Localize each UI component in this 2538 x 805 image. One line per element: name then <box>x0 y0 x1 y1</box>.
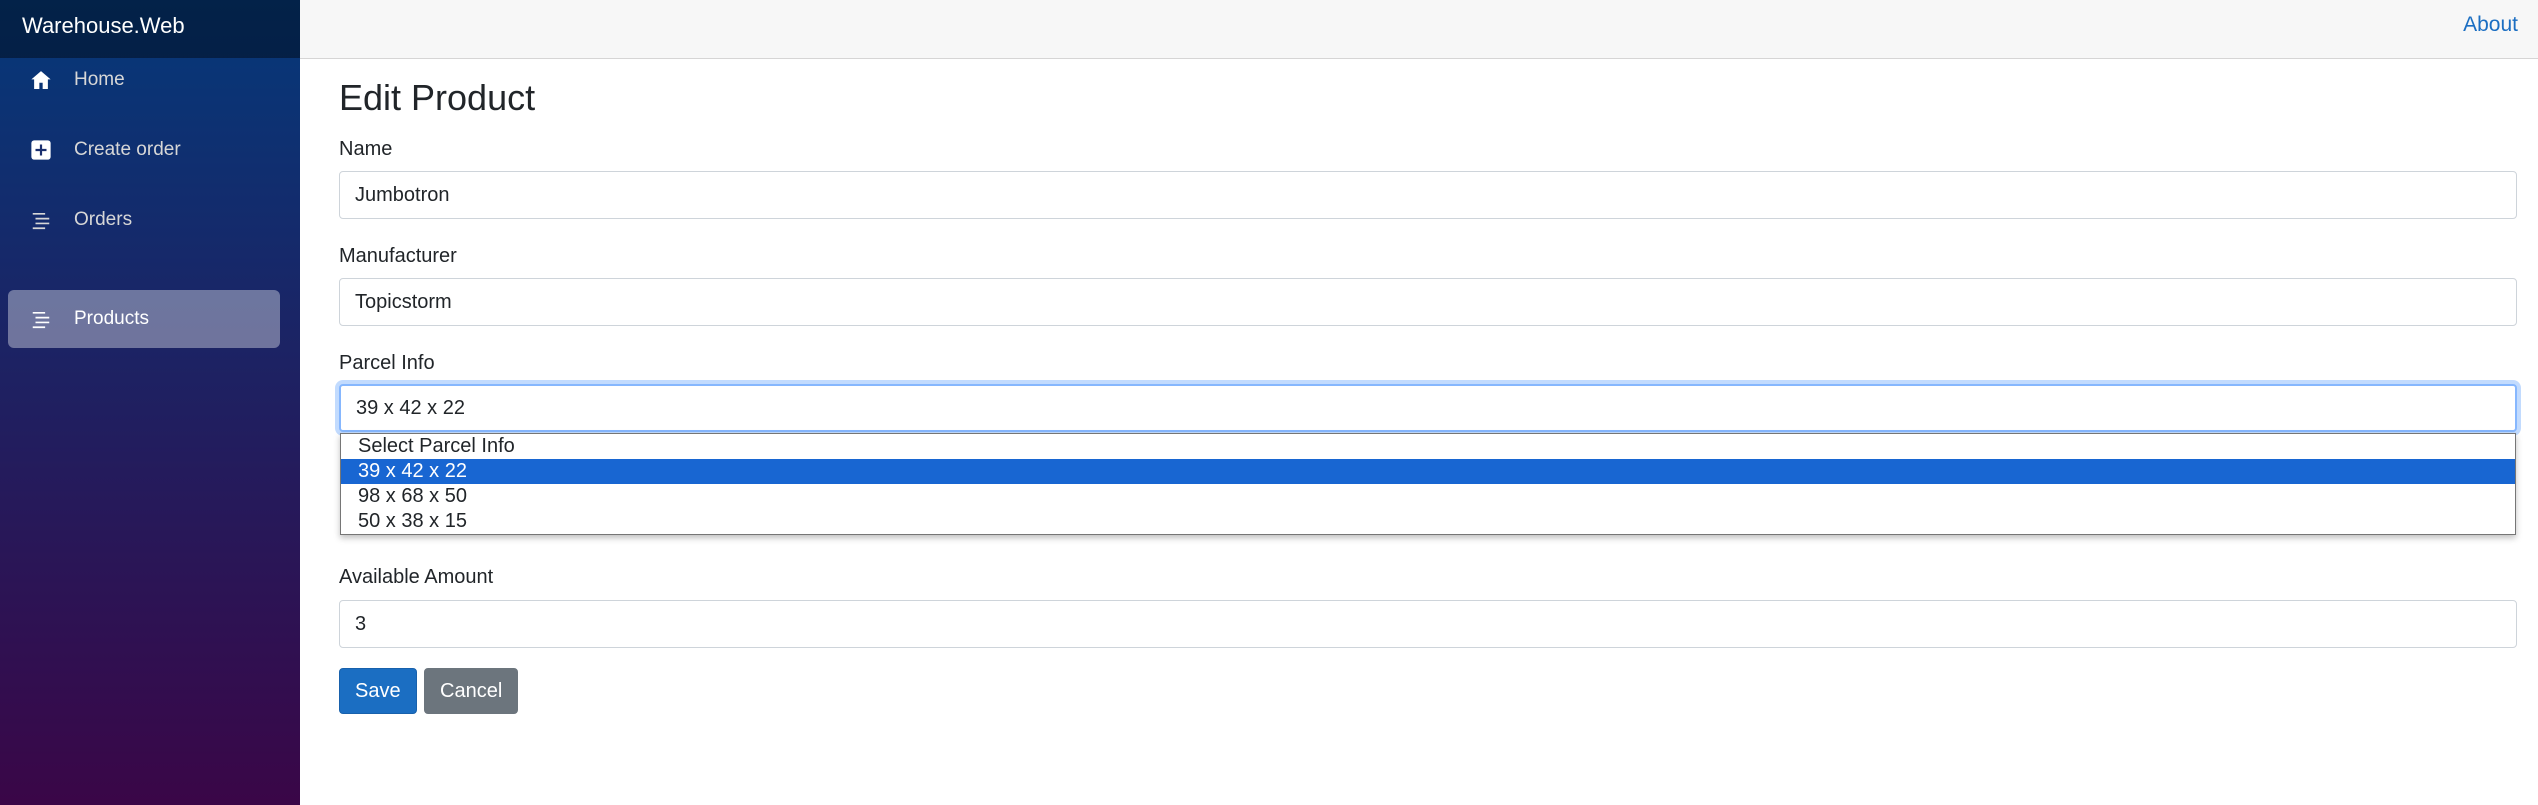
manufacturer-input[interactable]: Topicstorm <box>339 278 2517 326</box>
about-link[interactable]: About <box>2463 13 2518 37</box>
form-actions: Save Cancel <box>339 668 519 714</box>
edit-product-form: Edit Product Name Jumbotron Manufacturer… <box>339 59 2517 714</box>
sidebar-item-label: Products <box>74 308 149 329</box>
sidebar: Warehouse.Web Home Create order Orders P… <box>0 0 300 805</box>
sidebar-item-products[interactable]: Products <box>8 290 280 348</box>
parcel-info-dropdown: Select Parcel Info 39 x 42 x 22 98 x 68 … <box>340 433 2516 535</box>
sidebar-item-create-order[interactable]: Create order <box>8 120 280 179</box>
sidebar-item-orders[interactable]: Orders <box>8 190 280 249</box>
parcel-info-select[interactable]: 39 x 42 x 22 <box>339 384 2517 432</box>
page-title: Edit Product <box>339 77 536 118</box>
parcel-option[interactable]: Select Parcel Info <box>341 434 2515 459</box>
sidebar-item-label: Orders <box>74 208 133 230</box>
sidebar-item-label: Home <box>74 68 125 90</box>
parcel-option[interactable]: 50 x 38 x 15 <box>341 509 2515 534</box>
parcel-option-selected[interactable]: 39 x 42 x 22 <box>341 459 2515 484</box>
sidebar-item-label: Create order <box>74 138 181 160</box>
top-row: About <box>300 0 2538 59</box>
name-label: Name <box>339 138 393 160</box>
cancel-button[interactable]: Cancel <box>424 668 519 714</box>
sidebar-item-home[interactable]: Home <box>8 50 280 109</box>
parcel-info-label: Parcel Info <box>339 352 435 374</box>
available-amount-input[interactable]: 3 <box>339 600 2517 648</box>
parcel-option[interactable]: 98 x 68 x 50 <box>341 484 2515 509</box>
save-button[interactable]: Save <box>339 668 417 714</box>
list-icon <box>28 306 54 332</box>
list-icon <box>28 207 54 233</box>
manufacturer-label: Manufacturer <box>339 245 457 267</box>
name-input[interactable]: Jumbotron <box>339 171 2517 219</box>
available-amount-label: Available Amount <box>339 566 494 588</box>
plus-square-icon <box>28 137 54 163</box>
sidebar-nav: Home Create order Orders Products <box>0 58 300 348</box>
home-icon <box>28 67 54 93</box>
